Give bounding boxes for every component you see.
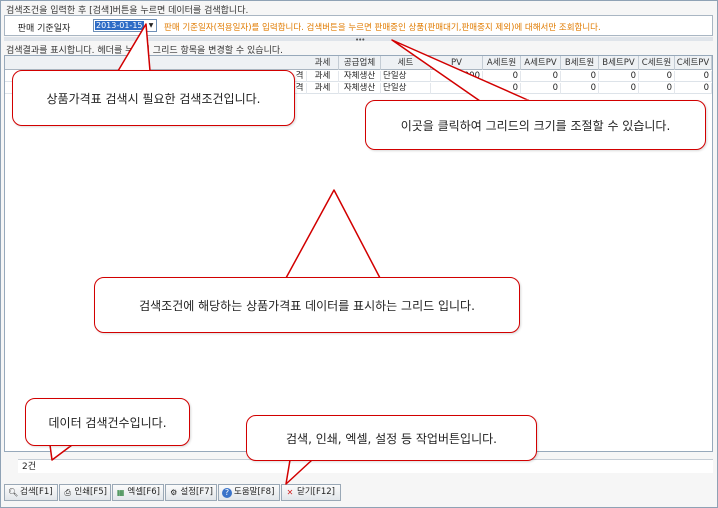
column-header-c-set[interactable]: C세트원: [639, 56, 675, 70]
close-icon: ✕: [286, 487, 294, 497]
close-button[interactable]: ✕ 닫기[F12]: [281, 484, 341, 501]
column-header-b-set-pv[interactable]: B세트PV: [599, 56, 639, 70]
column-header-set[interactable]: 세트: [381, 56, 431, 70]
cell-tax: 과세: [307, 83, 339, 94]
cell-b-set-pv: 0: [599, 71, 639, 82]
print-button[interactable]: ⎙ 인쇄[F5]: [59, 484, 111, 501]
settings-button[interactable]: ⚙ 설정[F7]: [165, 484, 217, 501]
cell-set: 단일상: [381, 71, 431, 82]
cell-c-set-pv: 0: [675, 83, 712, 94]
cell-c-set: 0: [639, 83, 675, 94]
cell-b-set-pv: 0: [599, 83, 639, 94]
sale-date-picker[interactable]: 2013-01-15 ▼: [93, 19, 157, 32]
print-icon: ⎙: [64, 487, 71, 497]
cell-a-set-pv: 0: [521, 71, 561, 82]
cell-pv: 100,000: [431, 71, 483, 82]
cell-a-set: 0: [483, 83, 521, 94]
search-icon: 🔍︎: [8, 487, 19, 497]
excel-button-label: 엑셀[F6]: [127, 487, 160, 497]
action-toolbar: 🔍︎ 검색[F1] ⎙ 인쇄[F5] ▦ 엑셀[F6] ⚙ 설정[F7] ? 도움말[F8…: [2, 484, 716, 504]
column-header-a-set[interactable]: A세트원: [483, 56, 521, 70]
help-icon: ?: [222, 487, 232, 498]
cell-price: 격: [293, 83, 307, 94]
print-button-label: 인쇄[F5]: [74, 487, 107, 497]
cell-a-set: 0: [483, 71, 521, 82]
help-button[interactable]: ? 도움말[F8]: [218, 484, 280, 501]
column-header-c-set-pv[interactable]: C세트PV: [675, 56, 712, 70]
cell-b-set: 0: [561, 83, 599, 94]
chevron-down-icon[interactable]: ▼: [146, 20, 156, 31]
splitter-grip-icon[interactable]: •••: [355, 36, 365, 44]
close-button-label: 닫기[F12]: [297, 487, 335, 497]
cell-set: 단일상: [381, 83, 431, 94]
column-header-tax[interactable]: 과세: [307, 56, 339, 70]
cell-price: 격: [293, 71, 307, 82]
cell-pv: [431, 83, 483, 94]
callout-grid: 검색조건에 해당하는 상품가격표 데이터를 표시하는 그리드 입니다.: [94, 277, 520, 333]
cell-tax: 과세: [307, 71, 339, 82]
column-header-vendor[interactable]: 공급업체: [339, 56, 381, 70]
result-count: 2건: [18, 459, 713, 473]
excel-icon: ▦: [116, 487, 125, 497]
sale-date-label: 판매 기준일자: [17, 24, 71, 34]
search-button-label: 검색[F1]: [20, 487, 53, 497]
gear-icon: ⚙: [170, 487, 178, 497]
cell-a-set-pv: 0: [521, 83, 561, 94]
cell-b-set: 0: [561, 71, 599, 82]
column-header-b-set[interactable]: B세트원: [561, 56, 599, 70]
callout-grid-resize: 이곳을 클릭하여 그리드의 크기를 조절할 수 있습니다.: [365, 100, 706, 150]
help-button-label: 도움말[F8]: [234, 487, 275, 497]
sale-date-value[interactable]: 2013-01-15: [95, 21, 144, 30]
cell-vendor: 자체생산: [339, 83, 381, 94]
search-button[interactable]: 🔍︎ 검색[F1]: [4, 484, 58, 501]
cell-c-set: 0: [639, 71, 675, 82]
callout-search-condition: 상품가격표 검색시 필요한 검색조건입니다.: [12, 70, 295, 126]
cell-vendor: 자체생산: [339, 71, 381, 82]
callout-buttons: 검색, 인쇄, 엑셀, 설정 등 작업버튼입니다.: [246, 415, 537, 461]
cell-c-set-pv: 0: [675, 71, 712, 82]
column-header-pv[interactable]: PV: [431, 56, 483, 70]
callout-count: 데이터 검색건수입니다.: [25, 398, 190, 446]
grid-header: 과세 공급업체 세트 PV A세트원 A세트PV B세트원 B세트PV C세트원…: [5, 56, 712, 70]
column-header-a-set-pv[interactable]: A세트PV: [521, 56, 561, 70]
excel-button[interactable]: ▦ 엑셀[F6]: [112, 484, 164, 501]
search-description: 판매 기준일자(적용일자)를 입력합니다. 검색버튼을 누르면 판매중인 상품(…: [164, 23, 601, 33]
settings-button-label: 설정[F7]: [180, 487, 213, 497]
